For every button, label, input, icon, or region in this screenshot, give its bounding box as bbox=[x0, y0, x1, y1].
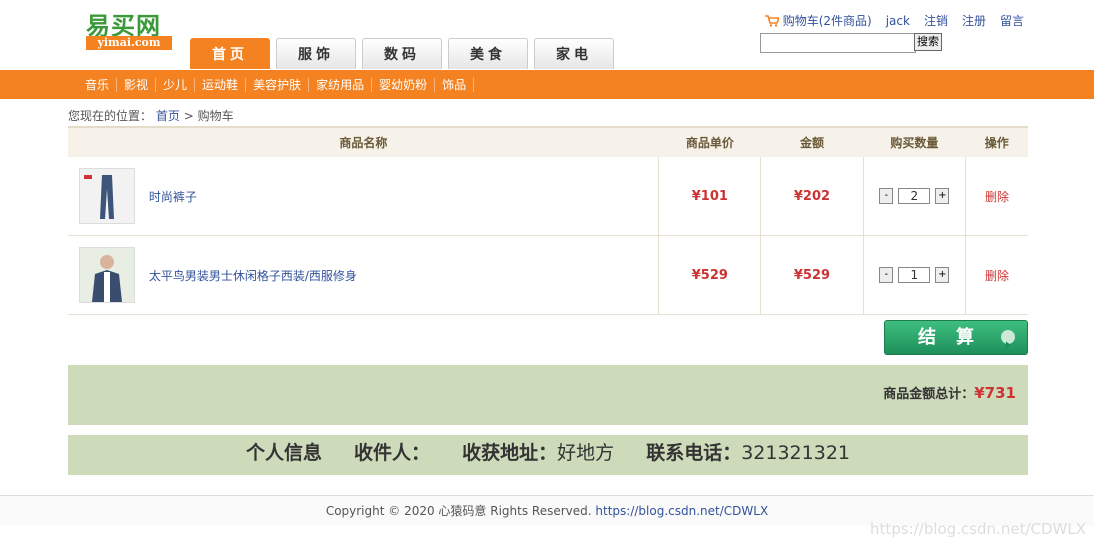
breadcrumb: 您现在的位置： 首页 > 购物车 bbox=[68, 107, 234, 124]
category-textiles[interactable]: 家纺用品 bbox=[309, 77, 373, 92]
checkout-label: 结算 bbox=[918, 327, 994, 348]
total-value: ¥731 bbox=[974, 384, 1016, 402]
site-logo[interactable]: 易买网 yimai.com bbox=[86, 6, 172, 50]
breadcrumb-separator: > bbox=[183, 109, 194, 123]
checkout-button[interactable]: 结算 bbox=[884, 320, 1028, 355]
main-nav: 首页 服饰 数码 美食 家电 bbox=[190, 38, 620, 70]
product-thumbnail[interactable] bbox=[79, 247, 135, 303]
quantity-stepper: - 2 + bbox=[865, 188, 965, 204]
line-amount: ¥529 bbox=[760, 235, 864, 315]
copyright-text: Copyright © 2020 心猿码意 Rights Reserved. bbox=[325, 504, 592, 518]
decrease-button[interactable]: - bbox=[879, 267, 894, 283]
address-value: 好地方 bbox=[557, 442, 615, 464]
unit-price: ¥529 bbox=[658, 235, 761, 315]
col-action: 操作 bbox=[965, 126, 1028, 157]
quantity-input[interactable]: 2 bbox=[898, 188, 931, 204]
logout-link[interactable]: 注销 bbox=[924, 12, 948, 29]
table-row: 时尚裤子 ¥101 ¥202 - 2 + 删除 bbox=[68, 157, 1028, 236]
category-kids[interactable]: 少儿 bbox=[156, 77, 196, 92]
info-title: 个人信息 bbox=[245, 442, 322, 464]
register-link[interactable]: 注册 bbox=[962, 12, 986, 29]
breadcrumb-prefix: 您现在的位置： bbox=[68, 109, 153, 123]
col-quantity: 购买数量 bbox=[863, 126, 966, 157]
delete-link[interactable]: 删除 bbox=[965, 157, 1028, 236]
personal-info-bar: 个人信息 收件人： 收获地址：好地方 联系电话：321321321 bbox=[68, 435, 1028, 475]
table-row: 太平鸟男装男士休闲格子西装/西服修身 ¥529 ¥529 - 1 + 删除 bbox=[68, 235, 1028, 315]
quantity-stepper: - 1 + bbox=[865, 267, 965, 283]
delete-link[interactable]: 删除 bbox=[965, 235, 1028, 315]
cart-table: 商品名称 商品单价 金额 购买数量 操作 时尚裤子 ¥101 ¥202 - 2 … bbox=[68, 126, 1028, 315]
line-amount: ¥202 bbox=[760, 157, 864, 236]
cart-link[interactable]: 购物车(2件商品) bbox=[783, 12, 872, 29]
phone-value: 321321321 bbox=[741, 442, 850, 464]
category-beauty[interactable]: 美容护肤 bbox=[246, 77, 310, 92]
table-header: 商品名称 商品单价 金额 购买数量 操作 bbox=[68, 126, 1028, 157]
tab-home[interactable]: 首页 bbox=[190, 38, 270, 69]
category-bar: 音乐 影视 少儿 运动鞋 美容护肤 家纺用品 婴幼奶粉 饰品 bbox=[0, 70, 1094, 99]
category-video[interactable]: 影视 bbox=[117, 77, 157, 92]
product-thumbnail[interactable] bbox=[79, 168, 135, 224]
user-link[interactable]: jack bbox=[886, 14, 910, 28]
total-panel: 商品金额总计：¥731 bbox=[68, 365, 1028, 425]
increase-button[interactable]: + bbox=[935, 188, 950, 204]
quantity-input[interactable]: 1 bbox=[898, 267, 931, 283]
receiver-label: 收件人： bbox=[354, 442, 431, 464]
cart-icon bbox=[764, 14, 779, 27]
category-accessories[interactable]: 饰品 bbox=[435, 77, 475, 92]
col-product-name: 商品名称 bbox=[68, 126, 659, 157]
tab-digital[interactable]: 数码 bbox=[362, 38, 442, 69]
play-arrow-icon bbox=[1001, 330, 1015, 349]
product-name-link[interactable]: 太平鸟男装男士休闲格子西装/西服修身 bbox=[149, 267, 357, 284]
col-amount: 金额 bbox=[760, 126, 864, 157]
tab-appliance[interactable]: 家电 bbox=[534, 38, 614, 69]
category-baby-milk[interactable]: 婴幼奶粉 bbox=[372, 77, 436, 92]
tab-clothing[interactable]: 服饰 bbox=[276, 38, 356, 69]
watermark: https://blog.csdn.net/CDWLX bbox=[870, 520, 1086, 538]
search-input[interactable] bbox=[760, 33, 916, 53]
address-label: 收获地址： bbox=[462, 442, 558, 464]
unit-price: ¥101 bbox=[658, 157, 761, 236]
search-button[interactable]: 搜索 bbox=[914, 33, 942, 51]
breadcrumb-current: 购物车 bbox=[197, 109, 234, 123]
message-link[interactable]: 留言 bbox=[1000, 12, 1024, 29]
top-links: 购物车(2件商品) jack 注销 注册 留言 bbox=[764, 12, 1024, 29]
logo-domain: yimai.com bbox=[86, 36, 172, 50]
category-music[interactable]: 音乐 bbox=[78, 77, 118, 92]
decrease-button[interactable]: - bbox=[879, 188, 894, 204]
footer-link[interactable]: https://blog.csdn.net/CDWLX bbox=[595, 504, 768, 518]
category-sneakers[interactable]: 运动鞋 bbox=[195, 77, 247, 92]
phone-label: 联系电话： bbox=[646, 442, 742, 464]
increase-button[interactable]: + bbox=[935, 267, 950, 283]
tab-food[interactable]: 美食 bbox=[448, 38, 528, 69]
product-name-link[interactable]: 时尚裤子 bbox=[149, 188, 197, 205]
total-label: 商品金额总计： bbox=[883, 387, 975, 402]
col-unit-price: 商品单价 bbox=[658, 126, 761, 157]
breadcrumb-home[interactable]: 首页 bbox=[156, 109, 180, 123]
